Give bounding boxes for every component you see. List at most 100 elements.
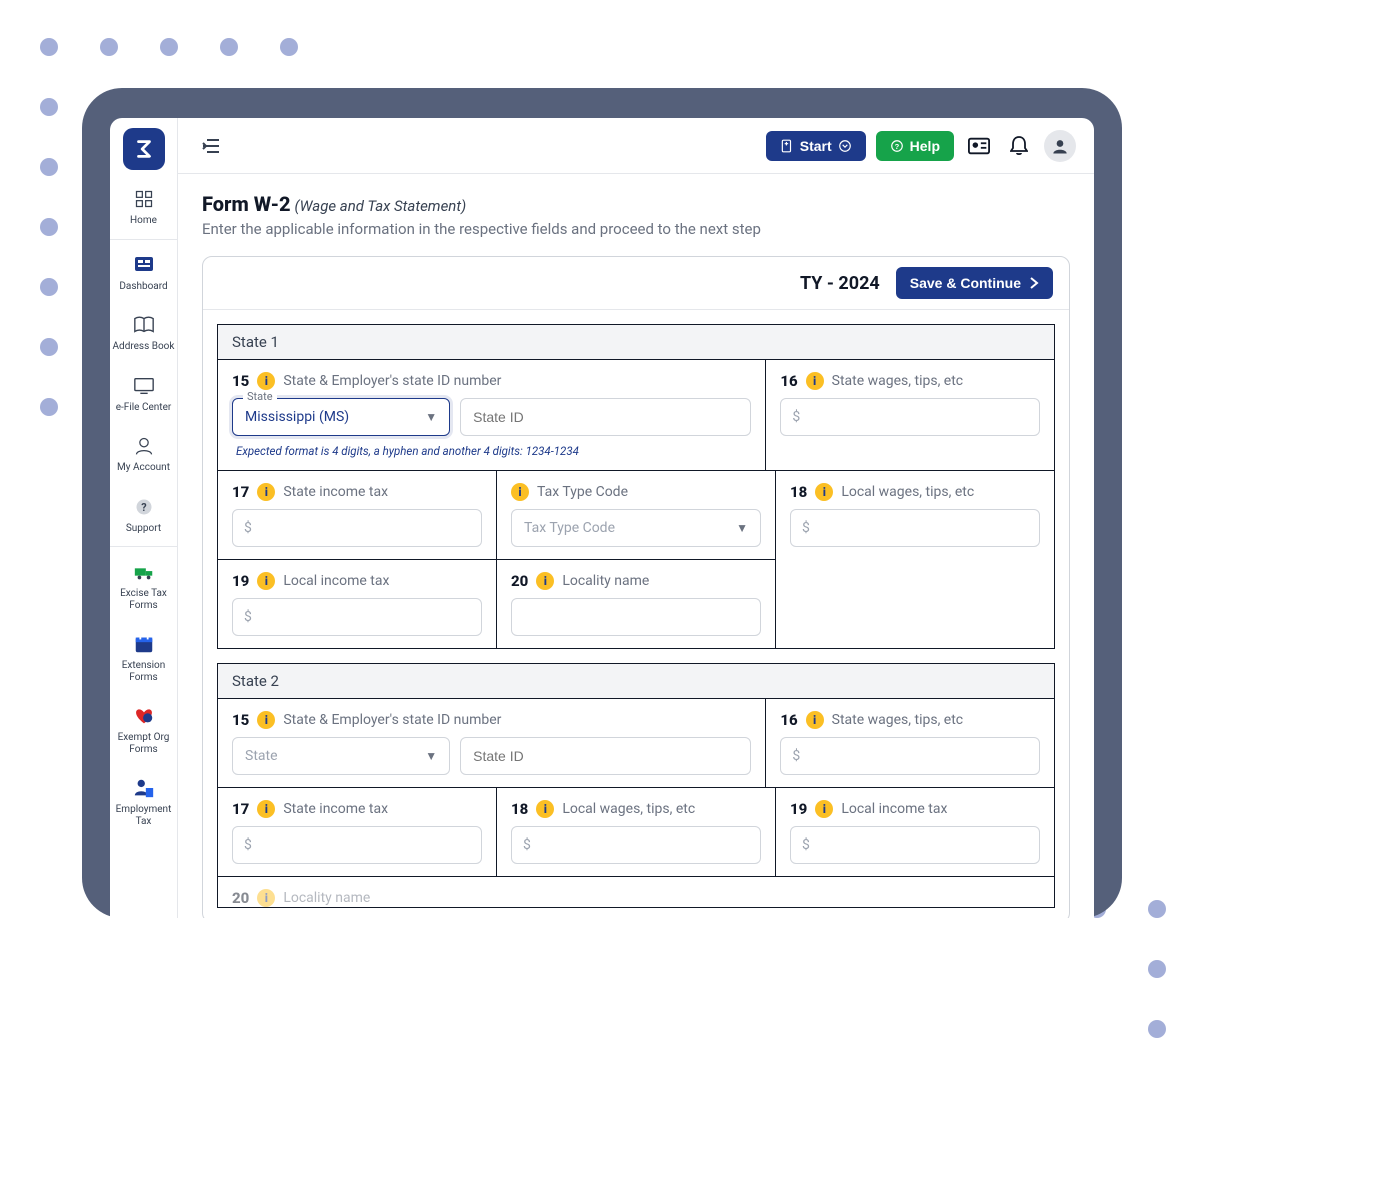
field-18-num: 18	[790, 483, 807, 501]
sidebar-item-address-book[interactable]: Address Book	[110, 302, 177, 363]
sidebar-item-support[interactable]: ? Support	[110, 484, 177, 545]
info-icon[interactable]: i	[806, 711, 824, 729]
chevron-down-icon: ▼	[736, 521, 748, 535]
field-19-num: 19	[790, 800, 807, 818]
help-button[interactable]: ? Help	[876, 131, 954, 161]
state-float-label: State	[243, 390, 277, 403]
info-icon[interactable]: i	[511, 483, 529, 501]
state-wages-input[interactable]	[780, 398, 1040, 436]
currency-prefix: $	[523, 837, 531, 853]
state-income-tax-input[interactable]	[232, 509, 482, 547]
avatar-icon	[1050, 136, 1070, 156]
sidebar: Home Dashboard Address Book e-File Ce	[110, 118, 178, 918]
monitor-icon	[131, 373, 157, 399]
page-title: Form W-2	[202, 192, 291, 216]
avatar[interactable]	[1044, 130, 1076, 162]
field-19-num: 19	[232, 572, 249, 590]
sidebar-item-label: Dashboard	[119, 281, 167, 293]
main-area: Start ? Help F	[178, 118, 1094, 918]
sidebar-item-extension[interactable]: Extension Forms	[110, 621, 177, 693]
field-19-label: Local income tax	[283, 573, 389, 589]
info-icon[interactable]: i	[536, 800, 554, 818]
calendar-icon	[131, 631, 157, 657]
info-icon[interactable]: i	[257, 800, 275, 818]
info-icon[interactable]: i	[815, 800, 833, 818]
sidebar-item-label: Excise Tax Forms	[112, 588, 175, 611]
field-20-num: 20	[511, 572, 528, 590]
chevron-down-icon: ▼	[425, 410, 437, 424]
id-card-icon[interactable]	[964, 131, 994, 161]
field-16-num: 16	[780, 711, 797, 729]
sidebar-item-myaccount[interactable]: My Account	[110, 423, 177, 484]
state-2-local-wages-input[interactable]	[511, 826, 761, 864]
field-16-num: 16	[780, 372, 797, 390]
state-2-income-tax-input[interactable]	[232, 826, 482, 864]
locality-name-input[interactable]	[511, 598, 761, 636]
state-2-id-input[interactable]	[460, 737, 751, 775]
topbar: Start ? Help	[178, 118, 1094, 174]
info-icon[interactable]: i	[815, 483, 833, 501]
app-logo[interactable]	[123, 128, 165, 170]
field-15-label: State & Employer's state ID number	[283, 712, 501, 728]
toggle-sidebar-icon[interactable]	[196, 131, 226, 161]
page-subtitle: (Wage and Tax Statement)	[295, 197, 467, 215]
info-icon[interactable]: i	[257, 483, 275, 501]
logo-icon	[133, 138, 155, 160]
person-doc-icon	[131, 775, 157, 801]
state-2-placeholder: State	[245, 748, 278, 764]
info-icon[interactable]: i	[257, 572, 275, 590]
sidebar-item-dashboard[interactable]: Dashboard	[110, 242, 177, 303]
start-button[interactable]: Start	[766, 131, 866, 161]
info-icon[interactable]: i	[257, 372, 275, 390]
book-icon	[131, 312, 157, 338]
local-wages-input[interactable]	[790, 509, 1040, 547]
bell-icon[interactable]	[1004, 131, 1034, 161]
state-2-wages-input[interactable]	[780, 737, 1040, 775]
field-19-label: Local income tax	[841, 801, 947, 817]
sidebar-item-employment[interactable]: Employment Tax	[110, 765, 177, 837]
field-18-num: 18	[511, 800, 528, 818]
currency-prefix: $	[802, 837, 810, 853]
info-icon[interactable]: i	[806, 372, 824, 390]
form-card: TY - 2024 Save & Continue State 1	[202, 256, 1070, 918]
truck-icon	[131, 559, 157, 585]
state-2-local-income-tax-input[interactable]	[790, 826, 1040, 864]
sidebar-item-exempt[interactable]: Exempt Org Forms	[110, 693, 177, 765]
tax-type-label: Tax Type Code	[537, 484, 628, 500]
question-icon: ?	[131, 494, 157, 520]
chevron-down-icon	[838, 139, 852, 153]
grid-icon	[131, 186, 157, 212]
start-label: Start	[800, 138, 832, 154]
sidebar-item-label: Employment Tax	[112, 804, 175, 827]
sidebar-item-label: Support	[126, 523, 161, 535]
state-id-input[interactable]	[460, 398, 751, 436]
sidebar-item-label: Address Book	[113, 341, 175, 353]
state-id-hint: Expected format is 4 digits, a hyphen an…	[232, 444, 751, 458]
info-icon[interactable]: i	[536, 572, 554, 590]
sidebar-item-home[interactable]: Home	[110, 176, 177, 237]
currency-prefix: $	[244, 609, 252, 625]
help-icon: ?	[890, 139, 904, 153]
currency-prefix: $	[244, 837, 252, 853]
help-label: Help	[910, 138, 940, 154]
svg-text:?: ?	[894, 141, 899, 150]
save-continue-button[interactable]: Save & Continue	[896, 267, 1053, 299]
sidebar-item-efile[interactable]: e-File Center	[110, 363, 177, 424]
sidebar-item-excise[interactable]: Excise Tax Forms	[110, 549, 177, 621]
currency-prefix: $	[792, 748, 800, 764]
dashboard-icon	[131, 252, 157, 278]
state-select[interactable]: State Mississippi (MS) ▼	[232, 398, 450, 436]
chevron-right-icon	[1029, 277, 1039, 289]
tax-year-label: TY - 2024	[800, 273, 880, 294]
state-2-select[interactable]: State ▼	[232, 737, 450, 775]
field-16-label: State wages, tips, etc	[832, 712, 964, 728]
info-icon[interactable]: i	[257, 711, 275, 729]
state-select-value: Mississippi (MS)	[245, 409, 349, 425]
local-income-tax-input[interactable]	[232, 598, 482, 636]
field-18-label: Local wages, tips, etc	[841, 484, 974, 500]
field-17-num: 17	[232, 800, 249, 818]
content: Form W-2 (Wage and Tax Statement) Enter …	[178, 174, 1094, 918]
currency-prefix: $	[244, 520, 252, 536]
chevron-down-icon: ▼	[425, 749, 437, 763]
tax-type-select[interactable]: Tax Type Code ▼	[511, 509, 761, 547]
